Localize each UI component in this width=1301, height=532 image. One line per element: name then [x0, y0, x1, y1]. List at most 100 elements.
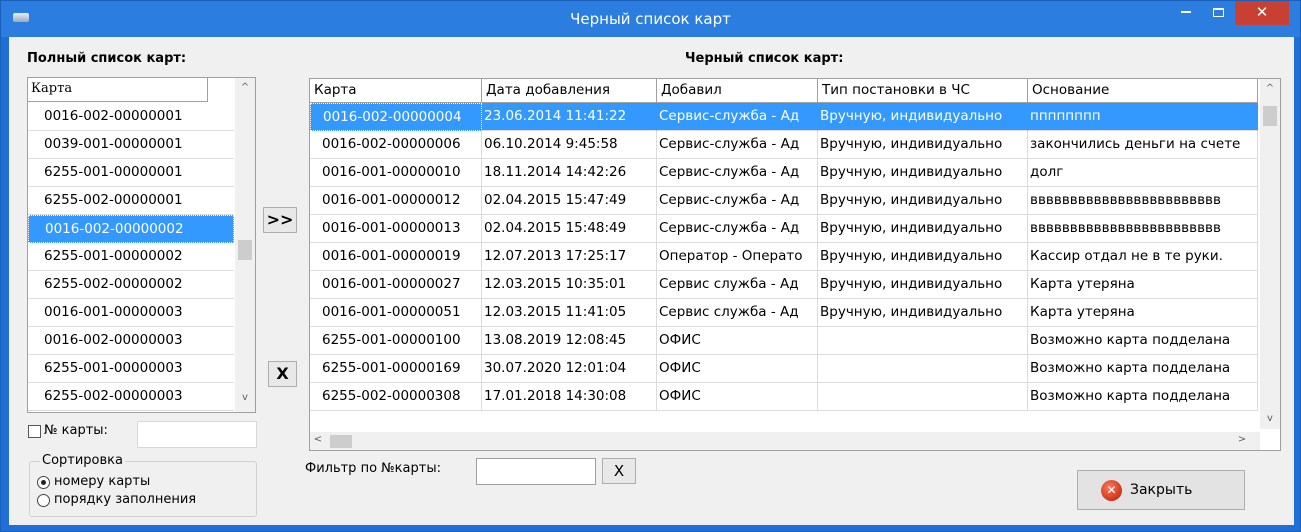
cell-added-by[interactable]: Сервис-служба - Ад: [657, 103, 818, 131]
cell-card[interactable]: 0016-001-00000012: [310, 187, 482, 215]
cell-reason[interactable]: Возможно карта подделана: [1028, 383, 1258, 411]
scroll-thumb[interactable]: [238, 240, 252, 260]
cell-date-added[interactable]: 12.03.2015 11:41:05: [482, 299, 657, 327]
cell-reason[interactable]: Карта утеряна: [1028, 271, 1258, 299]
column-date-added[interactable]: Дата добавления: [482, 79, 657, 103]
close-window-button[interactable]: ✕: [1235, 1, 1289, 25]
card-list-item[interactable]: 6255-001-00000003: [28, 355, 234, 383]
column-added-by[interactable]: Добавил: [657, 79, 818, 103]
cell-card[interactable]: 6255-002-00000308: [310, 383, 482, 411]
scroll-up-icon[interactable]: ^: [235, 82, 255, 93]
cell-added-by[interactable]: Сервис служба - Ад: [657, 299, 818, 327]
blacklist-table[interactable]: Карта Дата добавления Добавил Тип постан…: [309, 78, 1281, 451]
blacklist-row[interactable]: 0016-001-00000051 12.03.2015 11:41:05 Серв…: [310, 299, 1258, 327]
filter-card-number-input[interactable]: [476, 458, 596, 485]
maximize-button[interactable]: [1203, 1, 1233, 25]
blacklist-row[interactable]: 6255-001-00000100 13.08.2019 12:08:45 ОФИС…: [310, 327, 1258, 355]
card-number-input[interactable]: [137, 421, 257, 448]
cell-card[interactable]: 0016-001-00000010: [310, 159, 482, 187]
column-reason[interactable]: Основание: [1028, 79, 1258, 103]
cell-reason[interactable]: вввввввввввввввввввввввв: [1028, 187, 1258, 215]
card-number-checkbox[interactable]: [28, 425, 41, 438]
blacklist-row[interactable]: 0016-001-00000012 02.04.2015 15:47:49 Серв…: [310, 187, 1258, 215]
add-to-blacklist-button[interactable]: >>: [263, 207, 297, 233]
cell-date-added[interactable]: 23.06.2014 11:41:22: [482, 103, 657, 131]
cell-added-by[interactable]: Сервис-служба - Ад: [657, 159, 818, 187]
cell-date-added[interactable]: 02.04.2015 15:48:49: [482, 215, 657, 243]
cell-date-added[interactable]: 13.08.2019 12:08:45: [482, 327, 657, 355]
cell-card[interactable]: 0016-001-00000013: [310, 215, 482, 243]
cell-blacklist-type[interactable]: Вручную, индивидуально: [818, 299, 1028, 327]
cell-reason[interactable]: закончились деньги на счете: [1028, 131, 1258, 159]
cell-added-by[interactable]: ОФИС: [657, 355, 818, 383]
card-list-item[interactable]: 6255-001-00000001: [28, 159, 234, 187]
cell-added-by[interactable]: Сервис служба - Ад: [657, 271, 818, 299]
title-bar[interactable]: Черный список карт ✕: [1, 1, 1300, 37]
blacklist-row[interactable]: 0016-001-00000027 12.03.2015 10:35:01 Серв…: [310, 271, 1258, 299]
blacklist-row[interactable]: 0016-001-00000013 02.04.2015 15:48:49 Серв…: [310, 215, 1258, 243]
cell-blacklist-type[interactable]: Вручную, индивидуально: [818, 187, 1028, 215]
cell-date-added[interactable]: 30.07.2020 12:01:04: [482, 355, 657, 383]
blacklist-row[interactable]: 0016-002-00000006 06.10.2014 9:45:58 Серви…: [310, 131, 1258, 159]
grid-scroll-up-icon[interactable]: ^: [1260, 83, 1280, 94]
cell-reason[interactable]: Возможно карта подделана: [1028, 355, 1258, 383]
cell-card[interactable]: 0016-002-00000004: [310, 103, 482, 131]
sort-by-number-label[interactable]: номеру карты: [54, 474, 150, 489]
scroll-down-icon[interactable]: v: [235, 392, 255, 403]
card-list-item[interactable]: 6255-002-00000002: [28, 271, 234, 299]
cell-card[interactable]: 6255-001-00000100: [310, 327, 482, 355]
cell-date-added[interactable]: 12.07.2013 17:25:17: [482, 243, 657, 271]
blacklist-row[interactable]: 0016-001-00000010 18.11.2014 14:42:26 Серв…: [310, 159, 1258, 187]
card-list-item[interactable]: 6255-002-00000001: [28, 187, 234, 215]
cell-card[interactable]: 0016-002-00000006: [310, 131, 482, 159]
remove-from-blacklist-button[interactable]: X: [268, 361, 297, 387]
cell-date-added[interactable]: 06.10.2014 9:45:58: [482, 131, 657, 159]
cell-blacklist-type[interactable]: [818, 383, 1028, 411]
card-list-item[interactable]: 6255-001-00000002: [28, 243, 234, 271]
sort-by-number-radio[interactable]: [37, 476, 50, 489]
filter-clear-button[interactable]: X: [602, 458, 636, 484]
cell-added-by[interactable]: ОФИС: [657, 383, 818, 411]
blacklist-row[interactable]: 0016-002-00000004 23.06.2014 11:41:22 Серв…: [310, 103, 1258, 131]
cell-card[interactable]: 0016-001-00000019: [310, 243, 482, 271]
cell-added-by[interactable]: Сервис-служба - Ад: [657, 187, 818, 215]
cell-blacklist-type[interactable]: Вручную, индивидуально: [818, 159, 1028, 187]
card-list-scrollbar[interactable]: ^ v: [235, 78, 255, 412]
card-list-item[interactable]: 0016-002-00000003: [28, 327, 234, 355]
cell-blacklist-type[interactable]: [818, 327, 1028, 355]
cell-blacklist-type[interactable]: Вручную, индивидуально: [818, 243, 1028, 271]
cell-reason[interactable]: Карта утеряна: [1028, 299, 1258, 327]
card-list-item[interactable]: 6255-002-00000003: [28, 383, 234, 411]
cell-card[interactable]: 6255-001-00000169: [310, 355, 482, 383]
cell-added-by[interactable]: Сервис-служба - Ад: [657, 131, 818, 159]
cell-card[interactable]: 0016-001-00000051: [310, 299, 482, 327]
cell-card[interactable]: 0016-001-00000027: [310, 271, 482, 299]
grid-hscroll-thumb[interactable]: [330, 435, 352, 448]
cell-reason[interactable]: вввввввввввввввввввввввв: [1028, 215, 1258, 243]
close-button[interactable]: ✕ Закрыть: [1077, 470, 1245, 510]
cell-date-added[interactable]: 17.01.2018 14:30:08: [482, 383, 657, 411]
column-card[interactable]: Карта: [310, 79, 482, 103]
blacklist-row[interactable]: 6255-002-00000308 17.01.2018 14:30:08 ОФИС…: [310, 383, 1258, 411]
cell-date-added[interactable]: 02.04.2015 15:47:49: [482, 187, 657, 215]
blacklist-row[interactable]: 0016-001-00000019 12.07.2013 17:25:17 Опер…: [310, 243, 1258, 271]
card-list-item[interactable]: 0016-001-00000003: [28, 299, 234, 327]
cell-date-added[interactable]: 12.03.2015 10:35:01: [482, 271, 657, 299]
cell-reason[interactable]: пппппппп: [1028, 103, 1258, 131]
cell-blacklist-type[interactable]: Вручную, индивидуально: [818, 215, 1028, 243]
cell-reason[interactable]: Возможно карта подделана: [1028, 327, 1258, 355]
blacklist-row[interactable]: 6255-001-00000169 30.07.2020 12:01:04 ОФИС…: [310, 355, 1258, 383]
cell-blacklist-type[interactable]: Вручную, индивидуально: [818, 271, 1028, 299]
grid-vscroll-thumb[interactable]: [1263, 106, 1277, 126]
cell-reason[interactable]: долг: [1028, 159, 1258, 187]
cell-reason[interactable]: Кассир отдал не в те руки.: [1028, 243, 1258, 271]
cell-blacklist-type[interactable]: Вручную, индивидуально: [818, 103, 1028, 131]
cell-added-by[interactable]: Сервис-служба - Ад: [657, 215, 818, 243]
full-card-list[interactable]: Карта 0016-002-00000001 0039-001-00000001…: [27, 77, 256, 413]
grid-scroll-left-icon[interactable]: <: [310, 434, 326, 445]
cell-added-by[interactable]: ОФИС: [657, 327, 818, 355]
minimize-button[interactable]: [1171, 1, 1201, 25]
blacklist-hscrollbar[interactable]: < >: [310, 432, 1260, 450]
cell-date-added[interactable]: 18.11.2014 14:42:26: [482, 159, 657, 187]
blacklist-vscrollbar[interactable]: ^ v: [1260, 79, 1280, 429]
